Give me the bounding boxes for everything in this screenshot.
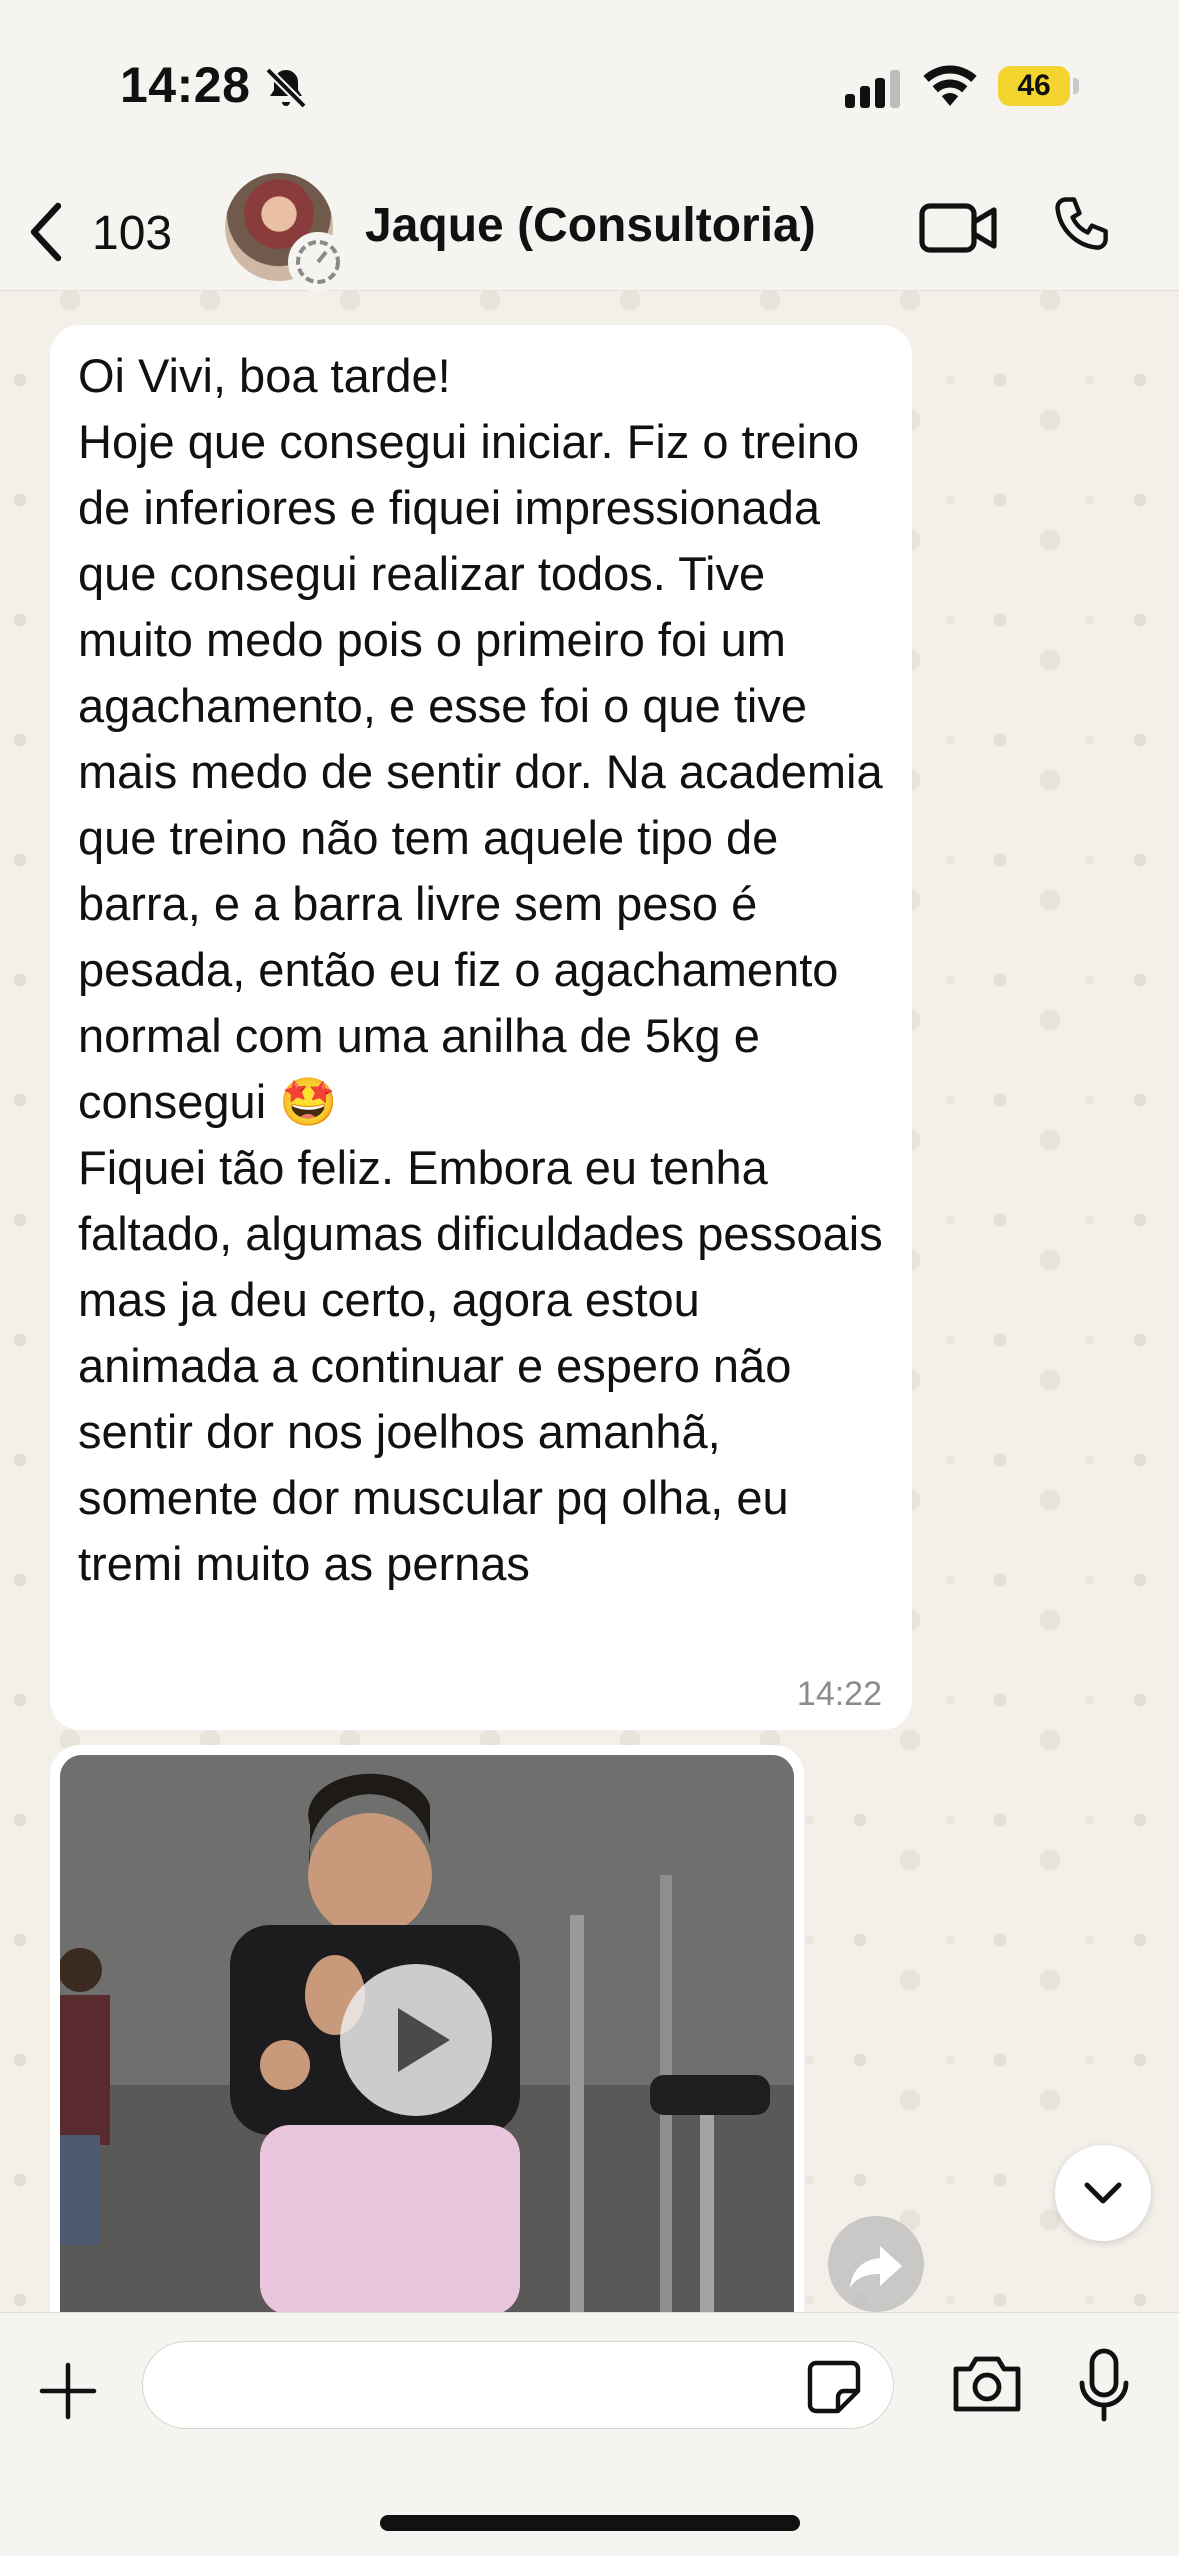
camera-icon[interactable] <box>950 2353 1024 2420</box>
status-time: 14:28 <box>120 57 251 113</box>
microphone-icon[interactable] <box>1076 2347 1132 2428</box>
scroll-to-bottom-button[interactable] <box>1055 2145 1151 2241</box>
message-text: Oi Vivi, boa tarde! Hoje que consegui in… <box>78 349 883 1590</box>
play-button[interactable] <box>340 1964 492 2116</box>
disappearing-timer-icon <box>288 232 348 292</box>
message-input[interactable] <box>142 2341 894 2429</box>
bell-slash-icon <box>262 64 310 117</box>
contact-name[interactable]: Jaque (Consultoria) <box>365 198 816 253</box>
phone-icon[interactable] <box>1052 194 1118 265</box>
battery-cap <box>1073 78 1079 94</box>
sticker-icon[interactable] <box>804 2357 864 2422</box>
chevron-down-icon <box>1055 2182 1151 2245</box>
unread-count: 103 <box>92 207 173 260</box>
message-bubble[interactable]: Oi Vivi, boa tarde! Hoje que consegui in… <box>50 325 912 1730</box>
plus-icon[interactable] <box>38 2361 98 2426</box>
back-button[interactable]: 103 <box>20 192 180 268</box>
wifi-icon <box>922 62 978 111</box>
chat-header: 103 Jaque (Consultoria) <box>0 170 1179 292</box>
status-bar: 14:28 46 <box>0 0 1179 170</box>
play-icon <box>340 2008 492 2120</box>
forward-button[interactable] <box>828 2216 924 2312</box>
battery-icon: 46 <box>998 66 1070 106</box>
signal-icon <box>845 70 905 113</box>
video-call-icon[interactable] <box>918 198 1002 263</box>
message-time: 14:22 <box>796 1675 882 1713</box>
composer-bar <box>0 2312 1179 2556</box>
home-indicator <box>380 2515 800 2531</box>
chevron-left-icon <box>26 202 66 267</box>
